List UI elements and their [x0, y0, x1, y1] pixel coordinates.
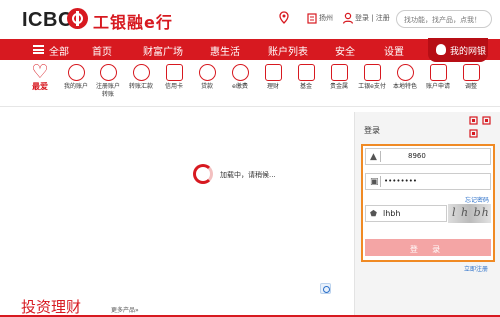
nav-home[interactable]: 首页 [92, 43, 112, 58]
quick-links: ♡ 最爱 我的账户 注册账户 转账 转账汇款 信用卡 贷款 e缴费 理财 基金 … [0, 61, 500, 106]
username-field[interactable]: ▲ 8960 [365, 148, 491, 165]
location-pin-icon[interactable] [277, 11, 291, 25]
login-title: 登录 [364, 126, 380, 135]
card-icon [165, 64, 183, 81]
loading-text: 加载中，请稍候... [220, 171, 276, 179]
field-divider [380, 176, 381, 187]
drop-icon [231, 64, 249, 81]
quick-favorite[interactable]: ♡ 最爱 [21, 61, 59, 91]
chart-icon [297, 64, 315, 81]
divider [0, 106, 500, 107]
main-nav: 全部 首页 财富广场 惠生活 账户列表 安全 设置 [0, 39, 500, 60]
user-icon: ▲ [370, 152, 377, 162]
captcha-value: lhbh [383, 209, 401, 218]
gold-icon [330, 64, 348, 81]
username-value: 8960 [408, 152, 426, 160]
yen-circle-icon [132, 64, 150, 81]
apply-icon [429, 64, 447, 81]
loading-spinner-icon [193, 164, 213, 184]
user-icon [342, 12, 354, 24]
register-link[interactable]: 立即注册 [464, 264, 488, 273]
captcha-input[interactable]: ⬟ lhbh [365, 205, 447, 222]
nav-all[interactable]: 全部 [49, 43, 69, 58]
icbc-logo-text[interactable]: ICBC [22, 9, 73, 32]
top-bar: ICBC 工银融e行 扬州 登录 | 注册 找功能，找产品，点我！ [0, 0, 500, 38]
forgot-password-link[interactable]: 忘记密码 [465, 195, 489, 204]
money-bag-icon [198, 64, 216, 81]
login-register-link[interactable]: 登录 | 注册 [355, 13, 390, 23]
heart-icon: ♡ [31, 61, 49, 83]
password-field[interactable]: ▣ •••••••• [365, 173, 491, 190]
shield-icon: ⬟ [370, 209, 377, 218]
icbc-emblem-icon [67, 8, 88, 29]
qr-code-icon[interactable] [469, 116, 491, 138]
my-bank-button[interactable]: 我的网银 [428, 38, 488, 62]
nav-security[interactable]: 安全 [335, 43, 355, 58]
yen-circle-icon [99, 64, 117, 81]
my-bank-label: 我的网银 [450, 47, 487, 57]
captcha-image[interactable]: l h bh [448, 204, 491, 223]
nav-accounts[interactable]: 账户列表 [268, 43, 308, 58]
building-icon [307, 13, 317, 24]
nav-wealth-square[interactable]: 财富广场 [143, 43, 183, 58]
login-button[interactable]: 登 录 [365, 239, 491, 256]
money-bag-icon [436, 44, 446, 55]
nav-life[interactable]: 惠生活 [210, 43, 240, 58]
search-input[interactable]: 找功能，找产品，点我！ [396, 10, 492, 28]
pay-icon [363, 64, 381, 81]
quick-favorite-label: 最爱 [32, 82, 48, 91]
grid-icon [264, 64, 282, 81]
city-link[interactable]: 扬州 [319, 13, 333, 23]
menu-icon[interactable] [33, 45, 44, 54]
brand-name-cn[interactable]: 工银融e行 [93, 9, 173, 33]
quick-adjust[interactable]: 调整 [452, 61, 490, 91]
more-products-link[interactable]: 更多产品» [111, 305, 139, 314]
lock-icon: ▣ [370, 177, 379, 187]
field-divider [380, 151, 381, 162]
yen-circle-icon [67, 64, 85, 81]
feedback-icon[interactable] [320, 283, 331, 294]
local-icon [396, 64, 414, 81]
quick-label: 调整 [464, 83, 477, 90]
password-value: •••••••• [384, 177, 418, 185]
adjust-icon [462, 64, 480, 81]
nav-settings[interactable]: 设置 [384, 43, 404, 58]
invest-section-title: 投资理财 [21, 298, 82, 316]
